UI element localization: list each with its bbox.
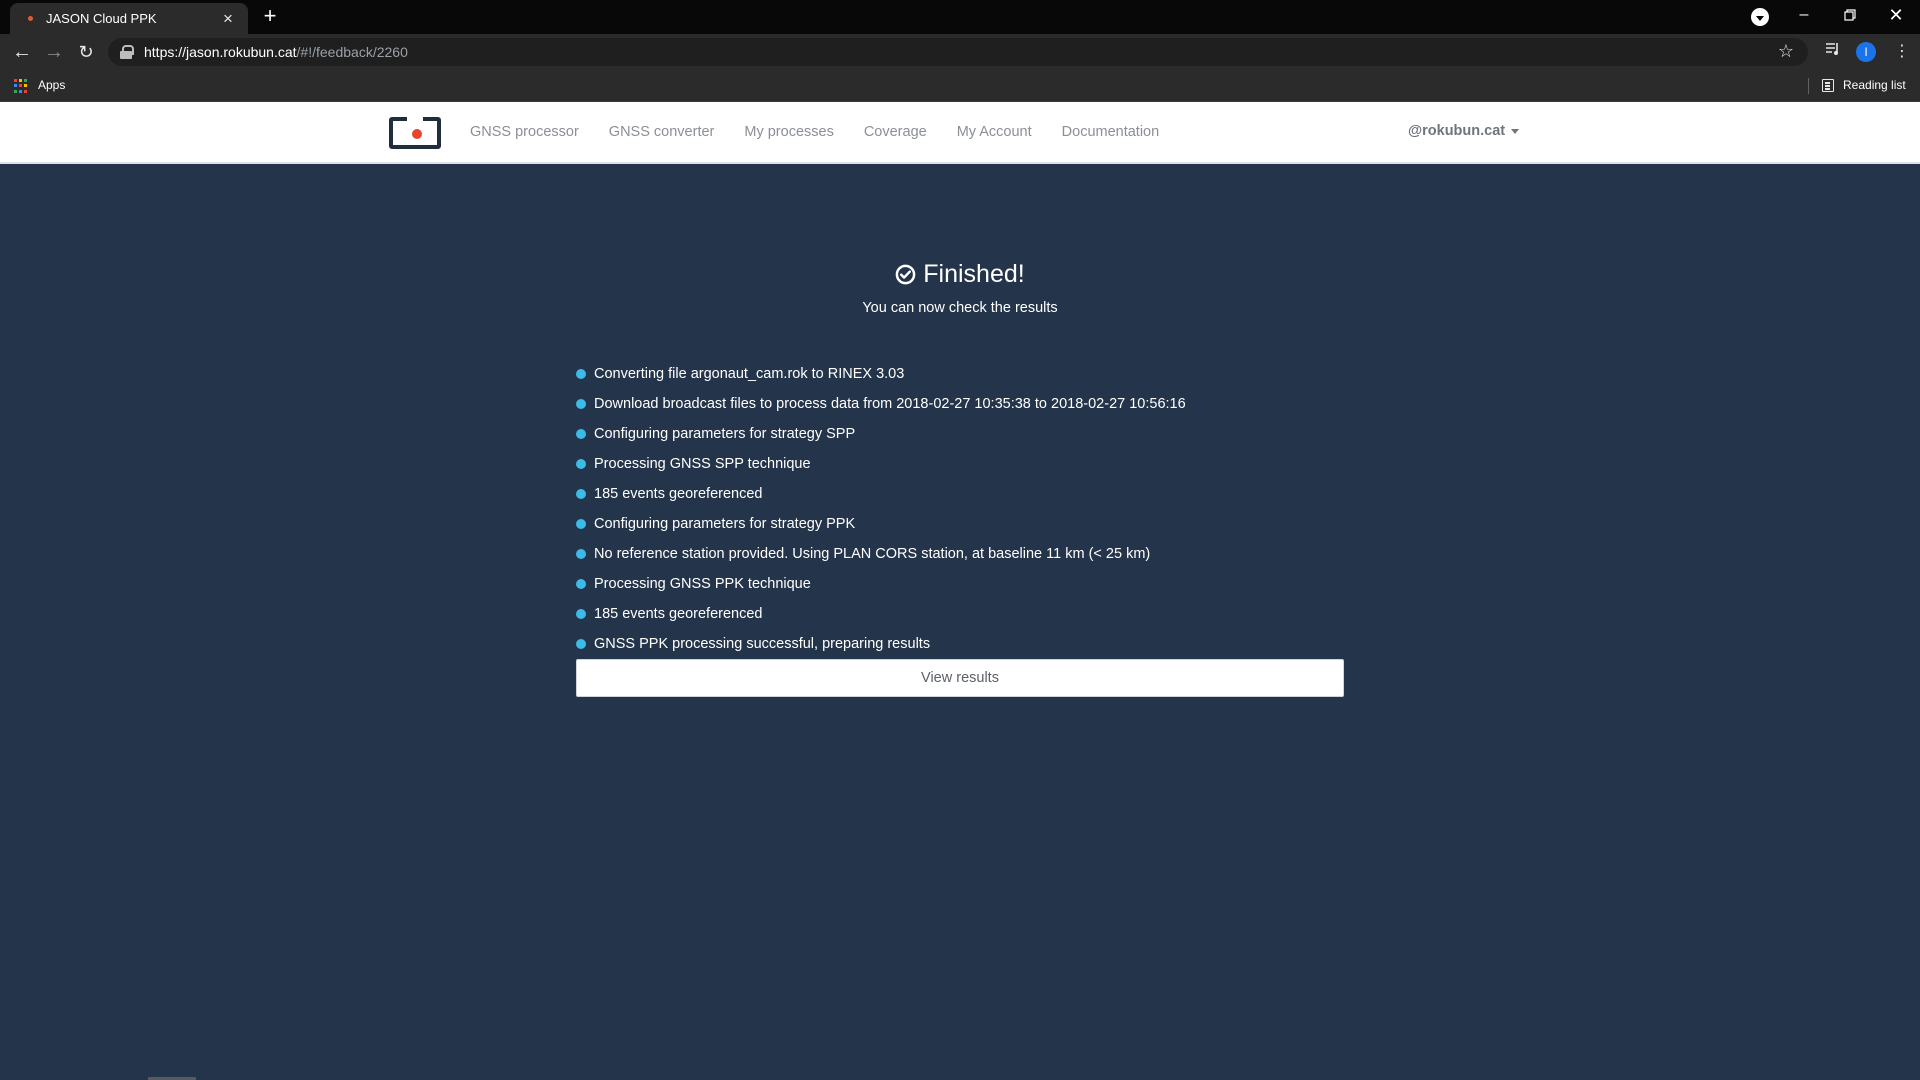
reading-list-button[interactable]: Reading list — [1843, 78, 1906, 92]
bookmark-star-icon[interactable]: ☆ — [1778, 41, 1794, 62]
main-content: Finished! You can now check the results … — [0, 164, 1920, 1080]
url-path: /#!/feedback/2260 — [296, 44, 408, 60]
nav-link-my-account[interactable]: My Account — [957, 124, 1032, 140]
tab-search-icon[interactable] — [1751, 8, 1769, 26]
restore-icon[interactable] — [1836, 0, 1864, 30]
bullet-icon — [576, 579, 586, 589]
bullet-icon — [576, 519, 586, 529]
browser-toolbar: ← → ↻ https://jason.rokubun.cat/#!/feedb… — [0, 34, 1920, 70]
page-title: Finished! — [923, 260, 1025, 288]
process-steps-list: Converting file argonaut_cam.rok to RINE… — [576, 359, 1344, 659]
list-item: Configuring parameters for strategy PPK — [576, 509, 1344, 539]
user-name: @rokubun.cat — [1408, 123, 1506, 139]
site-navbar: GNSS processor GNSS converter My process… — [0, 102, 1920, 164]
new-tab-icon[interactable]: + — [258, 4, 282, 28]
list-item: Configuring parameters for strategy SPP — [576, 419, 1344, 449]
list-item: Converting file argonaut_cam.rok to RINE… — [576, 359, 1344, 389]
nav-link-coverage[interactable]: Coverage — [864, 124, 927, 140]
site-logo[interactable] — [389, 115, 441, 149]
step-text: Download broadcast files to process data… — [594, 396, 1186, 412]
list-item: GNSS PPK processing successful, preparin… — [576, 629, 1344, 659]
browser-tab[interactable]: JASON Cloud PPK × — [10, 3, 248, 34]
nav-links: GNSS processor GNSS converter My process… — [470, 102, 1189, 162]
check-circle-icon — [895, 264, 916, 285]
logo-dot-icon — [412, 129, 422, 139]
close-window-icon[interactable]: ✕ — [1882, 0, 1910, 30]
tab-title: JASON Cloud PPK — [46, 11, 157, 26]
step-text: No reference station provided. Using PLA… — [594, 546, 1151, 562]
step-text: Configuring parameters for strategy SPP — [594, 426, 856, 442]
bookmarks-bar: Apps Reading list — [0, 70, 1920, 102]
nav-link-my-processes[interactable]: My processes — [744, 124, 833, 140]
forward-icon[interactable]: → — [42, 40, 66, 64]
back-icon[interactable]: ← — [10, 40, 34, 64]
page-subtitle: You can now check the results — [862, 300, 1058, 316]
list-item: 185 events georeferenced — [576, 479, 1344, 509]
apps-bookmark[interactable]: Apps — [38, 78, 65, 92]
profile-avatar[interactable]: I — [1856, 42, 1876, 62]
bullet-icon — [576, 369, 586, 379]
bookmarks-divider — [1808, 78, 1809, 94]
address-bar[interactable]: https://jason.rokubun.cat/#!/feedback/22… — [108, 38, 1808, 66]
bullet-icon — [576, 399, 586, 409]
bullet-icon — [576, 429, 586, 439]
list-item: No reference station provided. Using PLA… — [576, 539, 1344, 569]
step-text: Processing GNSS PPK technique — [594, 576, 811, 592]
minimize-icon[interactable]: – — [1790, 0, 1818, 30]
reload-icon[interactable]: ↻ — [74, 40, 98, 64]
step-text: GNSS PPK processing successful, preparin… — [594, 636, 931, 652]
bullet-icon — [576, 609, 586, 619]
lock-icon — [120, 45, 134, 59]
user-menu[interactable]: @rokubun.cat — [1408, 123, 1520, 139]
media-control-icon[interactable] — [1825, 42, 1841, 61]
step-text: Converting file argonaut_cam.rok to RINE… — [594, 366, 905, 382]
caret-down-icon — [1511, 128, 1520, 134]
bullet-icon — [576, 639, 586, 649]
step-text: Configuring parameters for strategy PPK — [594, 516, 856, 532]
step-text: Processing GNSS SPP technique — [594, 456, 811, 472]
status-header: Finished! — [0, 260, 1920, 289]
step-text: 185 events georeferenced — [594, 606, 763, 622]
site-favicon-icon — [22, 11, 38, 27]
browser-tab-strip: JASON Cloud PPK × + – ✕ — [0, 0, 1920, 34]
view-results-button[interactable]: View results — [576, 659, 1344, 697]
list-item: Processing GNSS PPK technique — [576, 569, 1344, 599]
bullet-icon — [576, 549, 586, 559]
url-host: https://jason.rokubun.cat — [144, 44, 297, 60]
nav-link-gnss-processor[interactable]: GNSS processor — [470, 124, 579, 140]
list-item: Processing GNSS SPP technique — [576, 449, 1344, 479]
browser-menu-icon[interactable]: ⋮ — [1894, 41, 1910, 63]
reading-list-icon[interactable] — [1822, 79, 1834, 92]
step-text: 185 events georeferenced — [594, 486, 763, 502]
bullet-icon — [576, 459, 586, 469]
bullet-icon — [576, 489, 586, 499]
nav-link-gnss-converter[interactable]: GNSS converter — [609, 124, 715, 140]
apps-grid-icon[interactable] — [14, 79, 28, 93]
nav-link-documentation[interactable]: Documentation — [1062, 124, 1160, 140]
list-item: 185 events georeferenced — [576, 599, 1344, 629]
tab-close-icon[interactable]: × — [218, 9, 238, 29]
list-item: Download broadcast files to process data… — [576, 389, 1344, 419]
